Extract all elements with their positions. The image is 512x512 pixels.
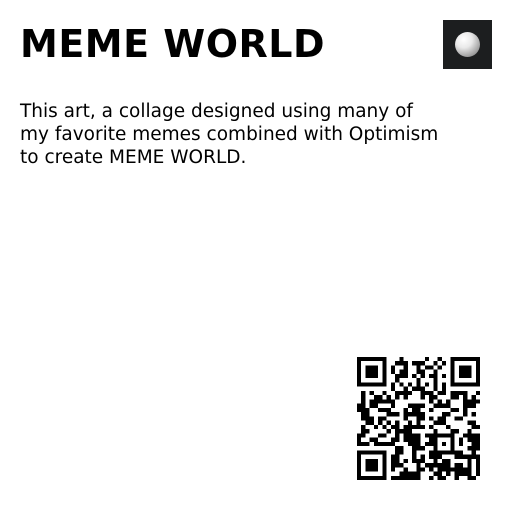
qr-code-graphic	[357, 357, 480, 480]
sphere-icon	[455, 32, 480, 57]
artwork-title: MEME WORLD	[20, 22, 326, 66]
artwork-description: This art, a collage designed using many …	[20, 101, 439, 168]
qr-code-icon	[357, 357, 480, 480]
qr-modules	[357, 357, 480, 480]
artwork-thumbnail	[443, 20, 492, 69]
